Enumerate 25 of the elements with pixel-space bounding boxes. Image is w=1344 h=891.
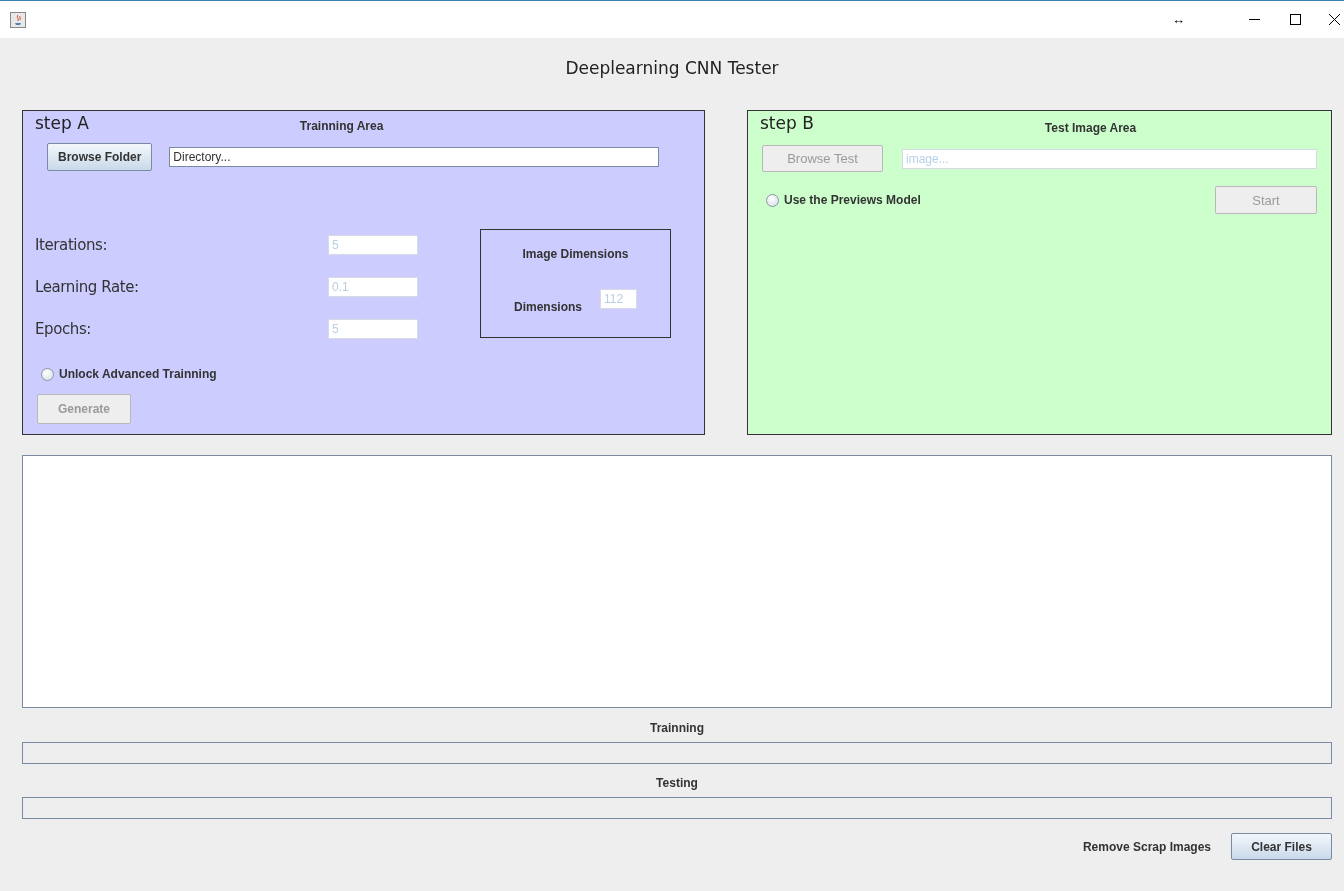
progress-label: Testing (656, 775, 698, 792)
image-dimensions-box: Image Dimensions Dimensions 112 (480, 229, 671, 338)
step-label: step B (760, 113, 814, 133)
app-icon (10, 11, 26, 28)
progress-label: Trainning (650, 720, 704, 737)
field-label: Learning Rate: (35, 277, 140, 297)
radio-label[interactable]: Use the Previews Model (784, 193, 921, 207)
field-label: Epochs: (35, 319, 92, 339)
section-title: Test Image Area (1044, 121, 1137, 135)
close-icon[interactable] (1329, 14, 1340, 25)
resize-glyph: ↔ (1172, 12, 1185, 27)
browse-folder-button[interactable]: Browse Folder (47, 143, 153, 171)
radio-label[interactable]: Unlock Advanced Trainning (59, 367, 217, 381)
minimize-icon[interactable] (1249, 18, 1260, 21)
field-label: Dimensions (514, 300, 582, 314)
maximize-icon[interactable] (1290, 14, 1301, 25)
step-label: step A (35, 113, 89, 133)
clear-files-button[interactable]: Clear Files (1231, 833, 1332, 860)
section-title: Trainning Area (299, 119, 384, 133)
radio-button[interactable] (41, 367, 54, 381)
radio-button[interactable] (766, 193, 779, 207)
app-title: Deeplearning CNN Tester (565, 58, 779, 78)
directory-field[interactable]: Directory... (169, 147, 660, 167)
remove-scrap-label: Remove Scrap Images (1082, 839, 1211, 854)
field-label: Iterations: (35, 235, 109, 255)
